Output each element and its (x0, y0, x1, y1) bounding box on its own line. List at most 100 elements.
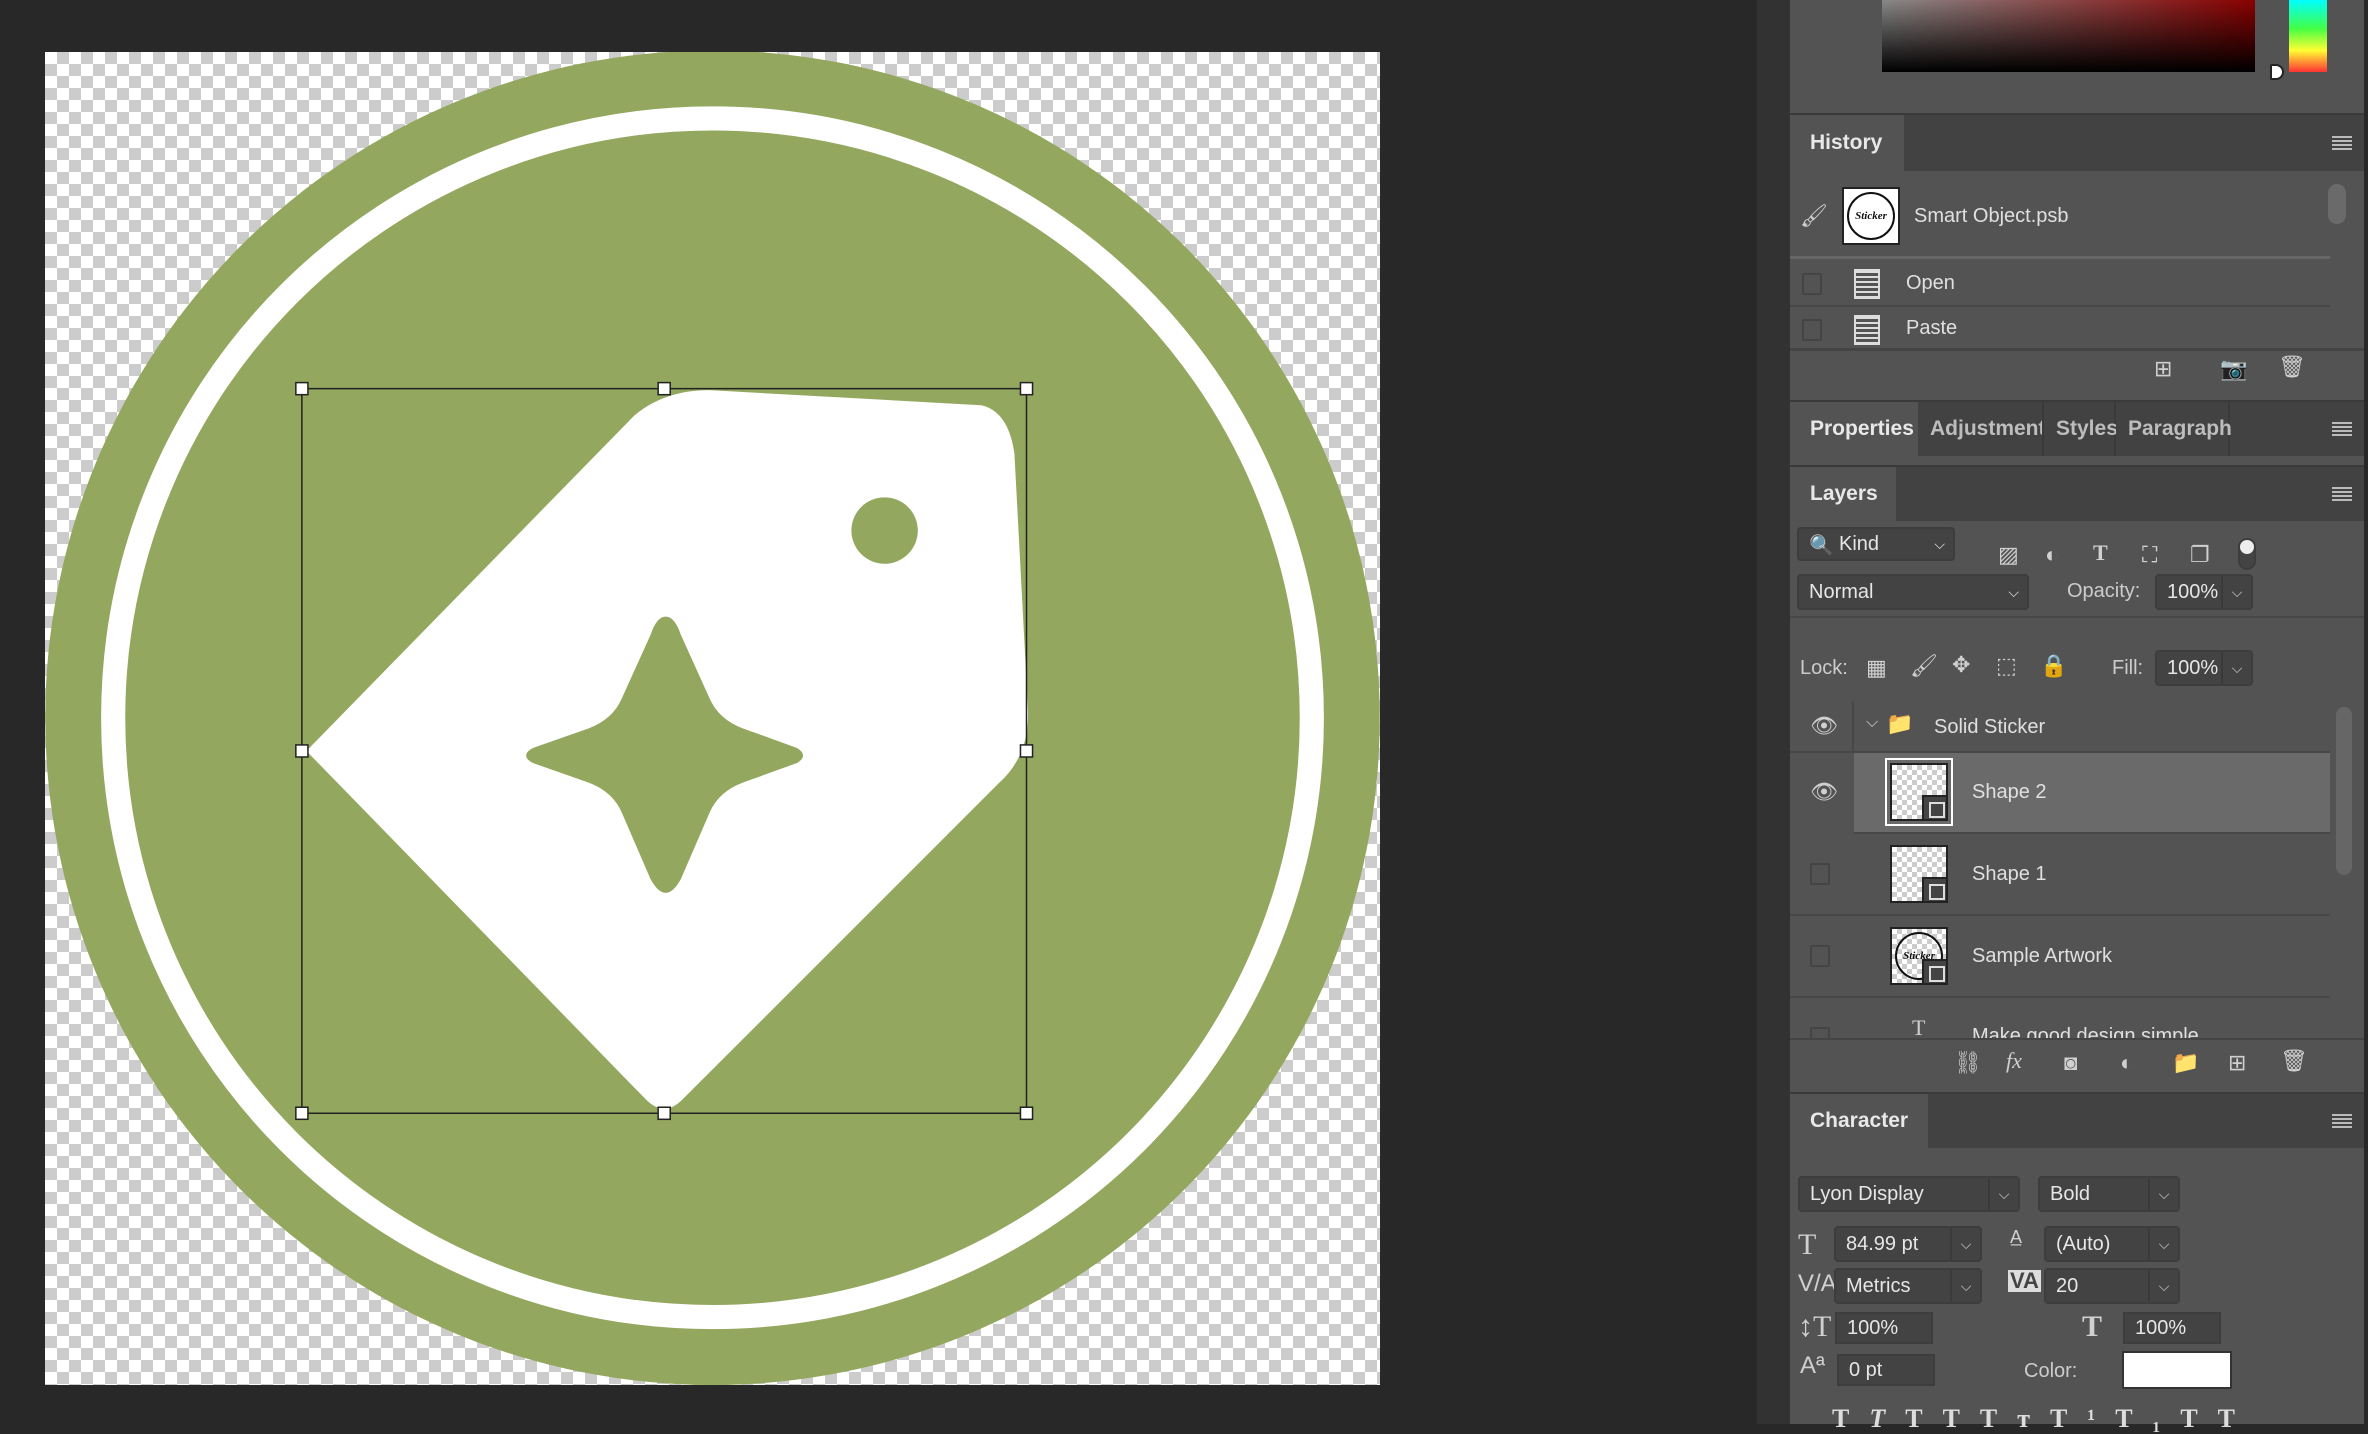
chevron-down-icon[interactable]: ⌵ (1950, 1228, 1980, 1260)
tab-paragraph[interactable]: Paragraph (2116, 402, 2232, 456)
tab-adjustments[interactable]: Adjustments (1918, 402, 2044, 456)
filter-shape-icon[interactable]: ⛶ (2142, 544, 2157, 566)
visibility-eye-icon[interactable]: 👁 (1810, 781, 1838, 803)
layer-row-shape-1[interactable]: Shape 1 (1790, 835, 2330, 916)
small-caps-button[interactable]: Tт (1980, 1404, 2050, 1433)
font-style-select[interactable]: Bold ⌵ (2038, 1176, 2180, 1212)
font-size-value: 84.99 pt (1846, 1232, 1919, 1255)
panel-menu-icon[interactable] (2332, 1114, 2352, 1128)
lock-position-move-icon[interactable]: ✥ (1952, 654, 1970, 676)
underline-button[interactable]: T (2180, 1404, 2217, 1433)
leading-field[interactable]: (Auto) ⌵ (2044, 1226, 2180, 1262)
font-family-select[interactable]: Lyon Display ⌵ (1798, 1176, 2020, 1212)
visibility-checkbox[interactable] (1810, 1027, 1830, 1038)
layer-row-sample-artwork[interactable]: Sticker Sample Artwork (1790, 917, 2330, 998)
panel-menu-icon[interactable] (2332, 487, 2352, 501)
chevron-down-icon[interactable]: ⌵ (2148, 1270, 2178, 1302)
chevron-down-icon[interactable]: ⌵ (2148, 1178, 2178, 1210)
faux-bold-button[interactable]: T (1832, 1404, 1869, 1433)
chevron-down-icon[interactable]: ⌵ (1988, 1178, 2018, 1210)
visibility-eye-icon[interactable]: 👁 (1810, 715, 1838, 737)
tab-layers[interactable]: Layers (1790, 467, 1896, 521)
document-icon (1854, 269, 1880, 299)
font-style-value: Bold (2050, 1182, 2091, 1205)
link-layers-icon[interactable]: ⛓ (1954, 1052, 1982, 1074)
strikethrough-button[interactable]: T (2218, 1404, 2255, 1433)
chevron-down-icon[interactable]: ⌵ (2148, 1228, 2178, 1260)
lock-image-pixels-brush-icon[interactable]: 🖌 (1910, 655, 1938, 677)
history-checkbox[interactable] (1802, 273, 1822, 295)
tab-character[interactable]: Character (1790, 1094, 1928, 1148)
filter-smart-object-icon[interactable]: ❐ (2190, 544, 2210, 566)
lock-artboard-icon[interactable]: ⬚ (1996, 655, 2017, 677)
add-mask-icon[interactable]: ◙ (2064, 1052, 2077, 1074)
history-item-open[interactable]: Open (1790, 261, 2330, 307)
new-group-folder-icon[interactable]: 📁 (2172, 1052, 2199, 1074)
all-caps-button[interactable]: TT (1905, 1404, 1980, 1433)
panel-menu-icon[interactable] (2332, 136, 2352, 150)
horizontal-scale-field[interactable]: 100% (2123, 1312, 2221, 1344)
history-item-label: Paste (1906, 317, 1958, 339)
tab-history[interactable]: History (1790, 115, 1904, 171)
lock-transparent-pixels-icon[interactable]: ▦ (1866, 657, 1887, 679)
panel-menu-icon[interactable] (2332, 422, 2352, 436)
kerning-value: Metrics (1846, 1274, 1911, 1297)
new-layer-icon[interactable]: ⊞ (2228, 1052, 2246, 1074)
tab-properties[interactable]: Properties (1790, 402, 1918, 456)
subscript-button[interactable]: T₁ (2115, 1404, 2180, 1433)
layer-thumbnail (1885, 758, 1953, 826)
layers-scrollbar[interactable] (2336, 707, 2352, 875)
leading-icon: A̲ (2010, 1227, 2023, 1247)
layer-row-text[interactable]: T Make good design simple (1790, 999, 2330, 1038)
chevron-down-icon[interactable]: ⌵ (1866, 715, 1878, 731)
sticker-logo: Sticker (1847, 192, 1895, 240)
chevron-down-icon[interactable]: ⌵ (2221, 576, 2251, 608)
layer-filter-kind-select[interactable]: 🔍 Kind ⌵ (1797, 527, 1955, 561)
history-item-label: Open (1906, 272, 1955, 294)
layer-row-solid-sticker[interactable]: 👁 ⌵ 📁 Solid Sticker (1790, 701, 2330, 753)
history-item-paste[interactable]: Paste (1790, 309, 2330, 349)
adjustment-layer-icon[interactable]: ◐ (2120, 1052, 2133, 1074)
filter-adjustment-icon[interactable]: ◐ (2045, 544, 2058, 566)
opacity-field[interactable]: 100% ⌵ (2155, 574, 2253, 610)
fill-field[interactable]: 100% ⌵ (2155, 650, 2253, 686)
snapshot-camera-icon[interactable]: 📷 (2220, 358, 2247, 380)
document-icon (1854, 315, 1880, 345)
layer-style-fx-icon[interactable]: fx (2006, 1050, 2022, 1072)
tab-styles[interactable]: Styles (2044, 402, 2118, 456)
font-size-field[interactable]: 84.99 pt ⌵ (1834, 1226, 1982, 1262)
history-checkbox[interactable] (1802, 319, 1822, 341)
blend-mode-select[interactable]: Normal ⌵ (1797, 574, 2029, 610)
filter-type-icon[interactable]: T (2093, 542, 2108, 564)
chevron-down-icon[interactable]: ⌵ (1950, 1270, 1980, 1302)
delete-layer-trash-icon[interactable]: 🗑 (2280, 1050, 2308, 1072)
history-item-snapshot[interactable]: 🖌 Sticker Smart Object.psb (1790, 177, 2330, 259)
panel-gutter (1755, 0, 1790, 1424)
chevron-down-icon: ⌵ (1934, 535, 1945, 552)
vertical-scale-field[interactable]: 100% (1835, 1312, 1933, 1344)
color-field[interactable] (1882, 0, 2255, 72)
kerning-field[interactable]: Metrics ⌵ (1834, 1268, 1982, 1304)
visibility-checkbox[interactable] (1810, 863, 1830, 885)
color-label: Color: (2024, 1360, 2078, 1382)
layer-row-shape-2[interactable]: 👁 Shape 2 (1790, 753, 2330, 834)
new-document-from-state-icon[interactable]: ⊞ (2154, 358, 2172, 380)
text-color-swatch[interactable] (2122, 1351, 2232, 1389)
tracking-field[interactable]: 20 ⌵ (2044, 1268, 2180, 1304)
history-scrollbar[interactable] (2328, 184, 2346, 224)
vertical-scale-icon: ↕T (1798, 1310, 1832, 1343)
shape-layer-badge-icon (1922, 877, 1948, 903)
hue-slider[interactable] (2289, 0, 2327, 72)
document-canvas[interactable] (45, 52, 1380, 1385)
filter-toggle[interactable] (2238, 538, 2256, 570)
lock-all-icon[interactable]: 🔒 (2040, 655, 2067, 677)
history-brush-icon: 🖌 (1800, 203, 1828, 228)
layer-name: Shape 1 (1972, 863, 2047, 885)
baseline-shift-field[interactable]: 0 pt (1837, 1354, 1935, 1386)
filter-pixel-icon[interactable]: ▨ (1998, 544, 2019, 566)
trash-icon[interactable]: 🗑 (2278, 356, 2306, 378)
visibility-checkbox[interactable] (1810, 945, 1830, 967)
chevron-down-icon[interactable]: ⌵ (2221, 652, 2251, 684)
faux-italic-button[interactable]: T (1869, 1404, 1905, 1433)
superscript-button[interactable]: T¹ (2050, 1404, 2115, 1433)
